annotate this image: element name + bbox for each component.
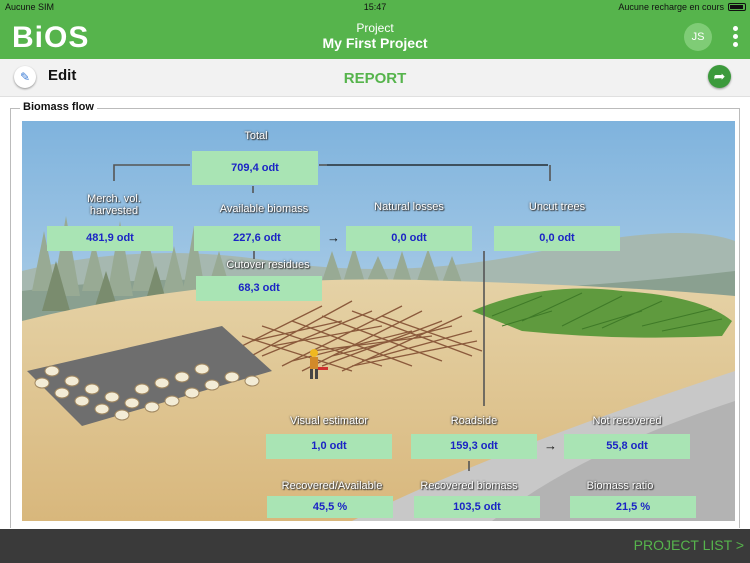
user-avatar[interactable]: JS xyxy=(684,23,712,51)
cutover-residues-label: Cutover residues xyxy=(226,259,310,271)
section-title: Biomass flow xyxy=(20,101,97,113)
recovered-available-value: 45,5 % xyxy=(267,496,393,518)
recovered-available-label: Recovered/Available xyxy=(281,480,383,492)
more-menu-icon[interactable] xyxy=(729,25,741,51)
visual-estimator-label: Visual estimator xyxy=(289,415,369,427)
arrow-right-icon: → xyxy=(327,230,340,245)
cutover-residues-value: 68,3 odt xyxy=(196,276,322,301)
merch-vol-label: Merch. vol. harvested xyxy=(87,193,141,217)
project-label: Project xyxy=(356,21,394,35)
forest-scene-illustration xyxy=(22,121,735,521)
biomass-ratio-label: Biomass ratio xyxy=(586,480,654,492)
biomass-flow-diagram: Total 709,4 odt Merch. vol. harvested 48… xyxy=(22,121,735,521)
roadside-value: 159,3 odt xyxy=(411,434,537,459)
available-biomass-value: 227,6 odt xyxy=(194,226,320,251)
arrow-right-icon: → xyxy=(544,438,557,453)
visual-estimator-value: 1,0 odt xyxy=(266,434,392,459)
not-recovered-value: 55,8 odt xyxy=(564,434,690,459)
page-title: REPORT xyxy=(343,70,407,87)
natural-losses-value: 0,0 odt xyxy=(346,226,472,251)
merch-vol-value: 481,9 odt xyxy=(47,226,173,251)
biomass-ratio-value: 21,5 % xyxy=(570,496,696,518)
project-list-link[interactable]: PROJECT LIST > xyxy=(634,537,744,553)
uncut-trees-value: 0,0 odt xyxy=(494,226,620,251)
not-recovered-label: Not recovered xyxy=(592,415,662,427)
battery-status-label: Aucune recharge en cours xyxy=(618,2,724,12)
available-biomass-label: Available biomass xyxy=(219,203,309,215)
uncut-trees-label: Uncut trees xyxy=(528,201,586,213)
total-label: Total xyxy=(244,130,268,142)
battery-icon xyxy=(728,3,746,11)
bottom-bar: PROJECT LIST > xyxy=(0,529,750,563)
roadside-label: Roadside xyxy=(450,415,498,427)
recovered-biomass-value: 103,5 odt xyxy=(414,496,540,518)
status-bar: Aucune SIM 15:47 Aucune recharge en cour… xyxy=(0,0,750,15)
app-header: BiOS Project My First Project JS xyxy=(0,15,750,59)
recovered-biomass-label: Recovered biomass xyxy=(420,480,518,492)
report-toolbar: ✎ Edit REPORT ➦ xyxy=(0,59,750,97)
natural-losses-label: Natural losses xyxy=(374,201,444,213)
total-value: 709,4 odt xyxy=(192,151,318,185)
share-icon[interactable]: ➦ xyxy=(708,65,731,88)
project-name: My First Project xyxy=(322,35,428,51)
report-content: Biomass flow Total 709,4 odt Merch. vol.… xyxy=(0,97,750,529)
